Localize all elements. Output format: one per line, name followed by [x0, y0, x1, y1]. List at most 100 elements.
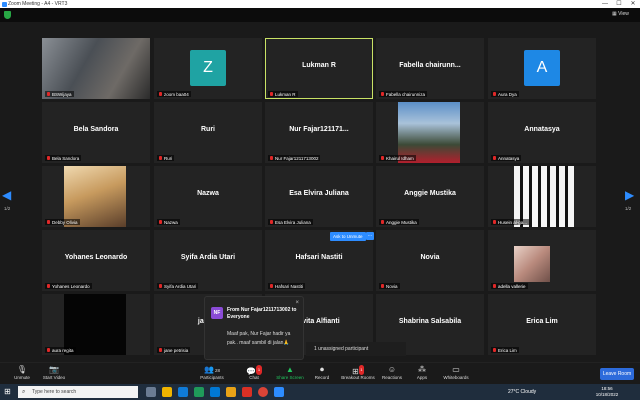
zoom-taskbar-icon[interactable]: [274, 387, 284, 397]
office-icon[interactable]: [242, 387, 252, 397]
participant-tile[interactable]: Novia Novia: [376, 230, 484, 291]
maximize-button[interactable]: ☐: [612, 0, 626, 8]
participant-tile[interactable]: Yohanes Leonardo Yohanes Leonardo: [42, 230, 150, 291]
participant-tile[interactable]: Nur Fajar121171... Nur Fajar1211713002: [265, 102, 373, 163]
mic-muted-icon: [381, 156, 384, 160]
participant-tile[interactable]: Esa Elvira Juliana Esa Elvira Juliana: [265, 166, 373, 227]
taskbar-search-input[interactable]: ⌕ Type here to search: [18, 386, 138, 398]
mic-muted-icon: [270, 156, 273, 160]
participant-name-label: Khairul Idham: [379, 155, 416, 161]
participant-tile[interactable]: Husein al-ga...: [488, 166, 596, 227]
search-icon: ⌕: [22, 389, 26, 395]
participant-name-label: Hafsari Nastiti: [268, 283, 306, 289]
app-icon[interactable]: [226, 387, 236, 397]
participant-tile[interactable]: Nazwa Nazwa: [154, 166, 262, 227]
window-title: Zoom Meeting - A4 - VRT3: [8, 1, 68, 7]
whiteboard-icon: ▭: [452, 365, 460, 374]
participant-name-label: Novia: [379, 283, 400, 289]
minimize-button[interactable]: —: [598, 0, 612, 8]
prev-page-indicator: 1/2: [4, 206, 11, 211]
participant-tile[interactable]: Lukman R Lukman R: [265, 38, 373, 99]
chrome-icon[interactable]: [258, 387, 268, 397]
security-shield-icon[interactable]: [4, 11, 11, 19]
mic-muted-icon: [493, 92, 496, 96]
mic-muted-icon: [159, 92, 162, 96]
participant-name-label: Yohanes Leonardo: [45, 283, 92, 289]
participant-name-label: jane petrisia: [157, 347, 191, 353]
participant-tile[interactable]: Fabella chairunn... Fabella chairunniza: [376, 38, 484, 99]
sender-avatar: NF: [211, 307, 223, 319]
mic-muted-icon: [47, 92, 50, 96]
participant-display-name: Syifa Ardia Utari: [180, 254, 236, 261]
task-view-icon[interactable]: [146, 387, 156, 397]
unassigned-participant-notice[interactable]: 1 unassigned participant: [306, 342, 406, 356]
mail-icon[interactable]: [210, 387, 220, 397]
close-window-button[interactable]: ✕: [626, 0, 640, 8]
participant-tile[interactable]: Debby Olivia: [42, 166, 150, 227]
participant-tile[interactable]: BSWijaya: [42, 38, 150, 99]
mic-muted-icon: [159, 284, 162, 288]
participant-tile[interactable]: Annatasya Annatasya: [488, 102, 596, 163]
participant-display-name: Esa Elvira Juliana: [289, 190, 349, 197]
store-icon[interactable]: [178, 387, 188, 397]
participant-display-name: Hafsari Nastiti: [295, 254, 343, 261]
breakout-badge: 1: [358, 365, 364, 375]
participant-tile[interactable]: Khairul Idham: [376, 102, 484, 163]
ask-to-unmute-button[interactable]: Ask to Unmute: [330, 232, 366, 241]
participant-name-label: Annatasya: [491, 155, 522, 161]
clock-date: 10/18/2022: [595, 392, 619, 397]
windows-start-icon[interactable]: ⊞: [4, 387, 14, 397]
mic-muted-icon: [381, 92, 384, 96]
file-explorer-icon[interactable]: [162, 387, 172, 397]
participants-icon: 👥28: [204, 365, 220, 374]
participant-more-button[interactable]: ...: [366, 232, 374, 240]
participant-display-name: Bela Sandora: [73, 126, 119, 133]
mic-muted-icon: [47, 220, 50, 224]
taskbar-clock[interactable]: 18:56 10/18/2022: [592, 386, 622, 398]
prev-page-arrow-icon[interactable]: ◀: [2, 188, 11, 202]
participant-tile[interactable]: Anggie Mustika Anggie Mustika: [376, 166, 484, 227]
participant-display-name: Erica Lim: [526, 318, 558, 325]
edge-icon[interactable]: [194, 387, 204, 397]
participant-tile[interactable]: Zzoom baa04: [154, 38, 262, 99]
participants-label: Participants: [200, 375, 224, 380]
participant-tile[interactable]: A Aura Dya: [488, 38, 596, 99]
participant-tile[interactable]: adella vallerie: [488, 230, 596, 291]
chat-notification-popup[interactable]: NF From Nur Fajar1211713002 to Everyone …: [204, 296, 304, 360]
participant-tile[interactable]: Syifa Ardia Utari Syifa Ardia Utari: [154, 230, 262, 291]
leave-room-button[interactable]: Leave Room: [600, 368, 634, 380]
participant-name-label: aura regita: [45, 347, 76, 353]
mic-muted-icon: [270, 220, 273, 224]
next-page-arrow-icon[interactable]: ▶: [625, 188, 634, 202]
participants-button[interactable]: 👥28 Participants: [190, 365, 234, 381]
participant-name-label: Ruri: [157, 155, 175, 161]
participant-display-name: Yohanes Leonardo: [64, 254, 128, 261]
start-video-button[interactable]: 📷 Start Video: [32, 365, 76, 381]
whiteboards-button[interactable]: ▭ Whiteboards: [434, 365, 478, 381]
participant-tile[interactable]: Ruri Ruri: [154, 102, 262, 163]
participant-name-label: Esa Elvira Juliana: [268, 219, 313, 225]
participant-name-label: adella vallerie: [491, 283, 528, 289]
participant-tile[interactable]: Bela Sandora Bela Sandora: [42, 102, 150, 163]
participant-display-name: Fabella chairunn...: [399, 62, 461, 69]
participant-video-feed: [42, 38, 150, 99]
weather-widget[interactable]: 27°C Cloudy: [508, 387, 536, 397]
mic-muted-icon: [493, 156, 496, 160]
mic-muted-icon: [47, 284, 50, 288]
close-popup-icon[interactable]: ×: [295, 300, 299, 306]
participant-name-label: Erica Lim: [491, 347, 519, 353]
participant-tile[interactable]: aura regita: [42, 294, 150, 355]
view-button[interactable]: ▦ View: [612, 11, 629, 17]
windows-taskbar: ⊞ ⌕ Type here to search 27°C Cloudy 18:5…: [0, 384, 640, 400]
mic-muted-icon: [159, 156, 162, 160]
mic-muted-icon: [381, 284, 384, 288]
participant-display-name: Anggie Mustika: [404, 190, 456, 197]
meeting-toolbar: 🎙 Unmute 📷 Start Video 👥28 Participants …: [0, 362, 640, 384]
participant-tile[interactable]: Erica Lim Erica Lim: [488, 294, 596, 355]
mic-muted-icon: [493, 284, 496, 288]
mic-muted-icon: [47, 348, 50, 352]
mic-muted-icon: [159, 348, 162, 352]
participant-video-feed: [64, 294, 126, 355]
participant-display-name: Shabrina Salsabila: [398, 318, 462, 325]
gallery-grid: BSWijaya Zzoom baa04 Lukman R Lukman R Fabel…: [0, 22, 640, 362]
